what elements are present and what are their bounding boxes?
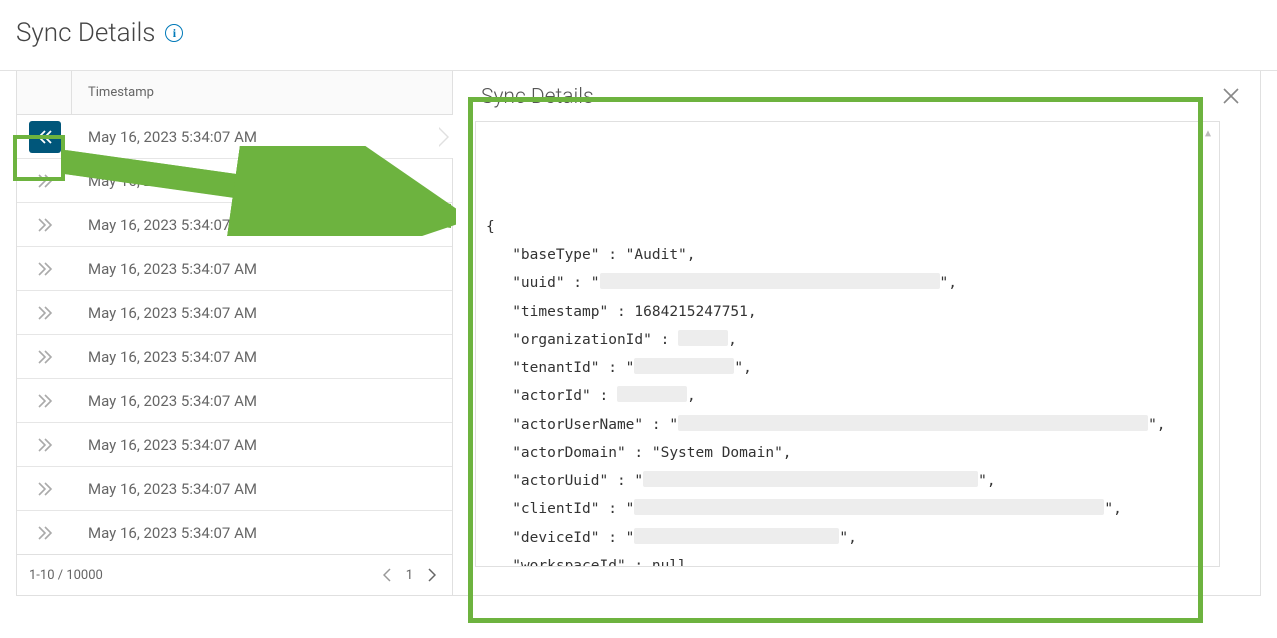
table-row[interactable]: May 16, 2023 5:34:07 AM xyxy=(17,291,452,335)
redacted-value xyxy=(634,499,1104,515)
table-row[interactable]: May 16, 2023 5:34:07 AM xyxy=(17,511,452,555)
pagination-next-icon[interactable] xyxy=(423,566,440,584)
redacted-value xyxy=(643,471,978,487)
expand-row-icon[interactable] xyxy=(17,482,72,496)
pagination-page-number: 1 xyxy=(406,568,413,583)
selected-row-caret-icon xyxy=(439,115,453,158)
expand-column-header xyxy=(17,71,72,114)
pagination-prev-icon[interactable] xyxy=(379,566,396,584)
pagination-range: 1-10 / 10000 xyxy=(29,568,103,583)
row-timestamp: May 16, 2023 5:34:07 AM xyxy=(72,260,257,278)
expand-row-icon[interactable] xyxy=(17,526,72,540)
table-header-row: Timestamp xyxy=(17,71,452,115)
pagination-bar: 1-10 / 10000 1 xyxy=(17,555,452,595)
page-title: Sync Details xyxy=(16,18,155,48)
table-row[interactable]: May 16, 2023 5:34:07 AM xyxy=(17,115,452,159)
table-row[interactable]: May 16, 2023 5:34:07 AM xyxy=(17,379,452,423)
collapse-row-icon[interactable] xyxy=(17,121,72,153)
row-timestamp: May 16, 2023 5:34:07 AM xyxy=(72,216,257,234)
row-timestamp: May 16, 2023 5:34:07 AM xyxy=(72,480,257,498)
row-timestamp: May 16, 2023 5:34:07 AM xyxy=(72,128,257,146)
table-row[interactable]: May 16, 2023 5:34:07 AM xyxy=(17,423,452,467)
json-line: "actorDomain" : "System Domain", xyxy=(486,439,1209,467)
info-icon[interactable]: i xyxy=(165,24,183,42)
timestamp-column-header: Timestamp xyxy=(72,85,154,100)
close-icon[interactable] xyxy=(1222,87,1240,105)
row-timestamp: May 16, 2023 5:34:07 AM xyxy=(72,348,257,366)
row-timestamp: May 16, 2023 5:34:07 AM xyxy=(72,392,257,410)
json-line: "organizationId" : , xyxy=(486,326,1209,354)
detail-title: Sync Details xyxy=(481,85,1220,109)
sync-detail-panel: Sync Details ▲ { "baseType" : "Audit", "… xyxy=(453,71,1261,596)
redacted-value xyxy=(617,386,687,402)
scroll-up-icon[interactable]: ▲ xyxy=(1205,124,1215,134)
json-line: "workspaceId" : null, xyxy=(486,552,1209,567)
expand-row-icon[interactable] xyxy=(17,174,72,188)
json-content-box[interactable]: ▲ { "baseType" : "Audit", "uuid" : "", "… xyxy=(475,121,1220,567)
json-line: "actorUserName" : "", xyxy=(486,411,1209,439)
json-line: "uuid" : "", xyxy=(486,269,1209,297)
json-line: "tenantId" : "", xyxy=(486,354,1209,382)
json-line: { xyxy=(486,213,1209,241)
table-row[interactable]: May 16, 2023 5:34:07 AM xyxy=(17,467,452,511)
expand-row-icon[interactable] xyxy=(17,262,72,276)
json-line: "actorUuid" : "", xyxy=(486,467,1209,495)
json-line: "timestamp" : 1684215247751, xyxy=(486,298,1209,326)
table-row[interactable]: May 16, 2023 5:34:07 AM xyxy=(17,159,452,203)
redacted-value xyxy=(678,415,1148,431)
expand-row-icon[interactable] xyxy=(17,218,72,232)
row-timestamp: May 16, 2023 5:34:07 AM xyxy=(72,172,257,190)
json-line: "deviceId" : "", xyxy=(486,524,1209,552)
json-line: "clientId" : "", xyxy=(486,495,1209,523)
row-timestamp: May 16, 2023 5:34:07 AM xyxy=(72,436,257,454)
row-timestamp: May 16, 2023 5:34:07 AM xyxy=(72,524,257,542)
redacted-value xyxy=(600,273,940,289)
row-timestamp: May 16, 2023 5:34:07 AM xyxy=(72,304,257,322)
json-line: "actorId" : , xyxy=(486,382,1209,410)
table-row[interactable]: May 16, 2023 5:34:07 AM xyxy=(17,203,452,247)
expand-row-icon[interactable] xyxy=(17,350,72,364)
table-row[interactable]: May 16, 2023 5:34:07 AM xyxy=(17,335,452,379)
redacted-value xyxy=(634,358,734,374)
expand-row-icon[interactable] xyxy=(17,306,72,320)
redacted-value xyxy=(678,330,728,346)
expand-row-icon[interactable] xyxy=(17,394,72,408)
redacted-value xyxy=(634,528,839,544)
json-line: "baseType" : "Audit", xyxy=(486,241,1209,269)
sync-events-table: Timestamp May 16, 2023 5:34:07 AM May 16,… xyxy=(16,71,453,596)
expand-row-icon[interactable] xyxy=(17,438,72,452)
table-row[interactable]: May 16, 2023 5:34:07 AM xyxy=(17,247,452,291)
